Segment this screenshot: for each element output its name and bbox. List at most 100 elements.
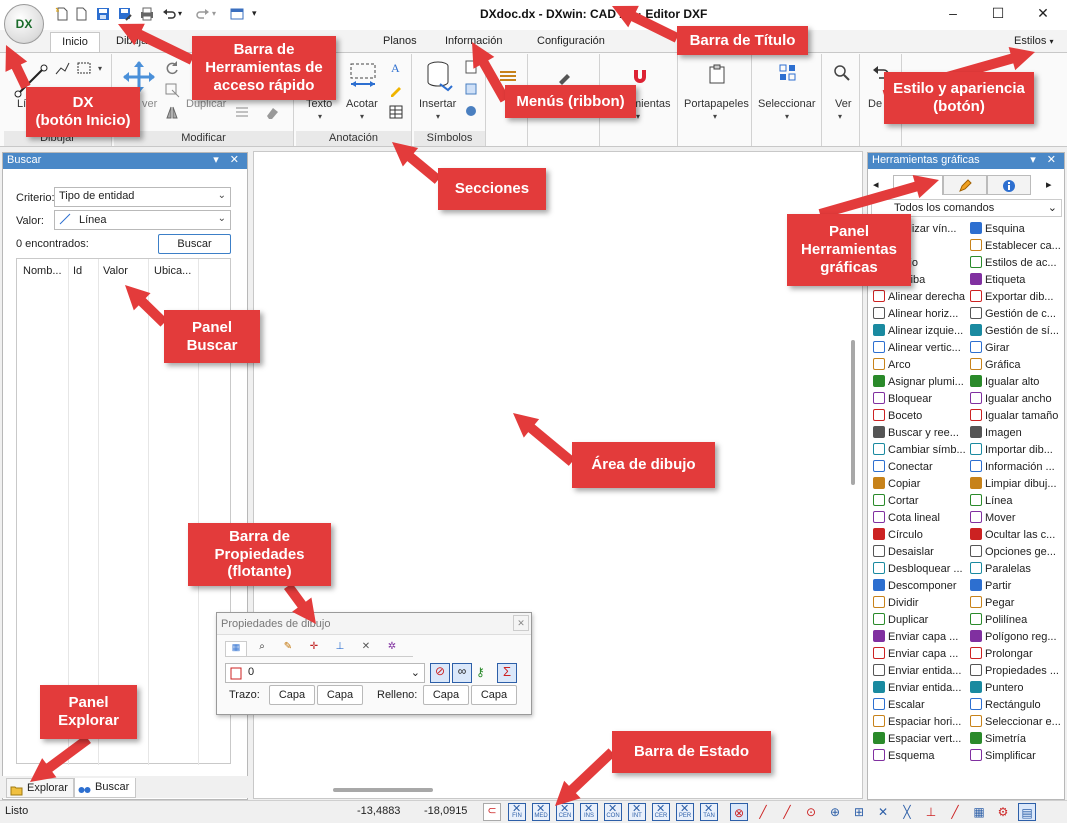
symbol-page-icon[interactable]	[464, 60, 478, 74]
zoom-icon[interactable]	[833, 64, 851, 82]
command-item[interactable]: Estilos de ac...	[970, 255, 1057, 272]
command-item[interactable]: Esquema	[873, 748, 934, 765]
sum-icon[interactable]: Σ	[497, 663, 517, 683]
close-icon[interactable]: ✕	[513, 615, 529, 631]
rectangle-icon[interactable]	[76, 60, 92, 76]
align-icon[interactable]	[234, 104, 250, 120]
move-button-label[interactable]: ver	[142, 98, 157, 110]
snap-toggle-int[interactable]: INT	[628, 797, 646, 821]
dx-start-button[interactable]: DX	[4, 4, 44, 44]
dimension-icon[interactable]	[349, 62, 377, 90]
undo-button-label[interactable]: De	[868, 98, 882, 110]
criteria-select[interactable]: Tipo de entidad ⌄	[54, 187, 231, 207]
value-select[interactable]: Línea ⌄	[54, 210, 231, 230]
command-item[interactable]: Simplificar	[970, 748, 1036, 765]
snap-toggle-cen[interactable]: CEN	[556, 797, 574, 821]
select-icon[interactable]	[779, 64, 797, 82]
select-dropdown-icon[interactable]: ▾	[785, 112, 789, 121]
symbol-manage-icon[interactable]	[464, 104, 478, 118]
fill-layer-button-1[interactable]: Capa	[423, 685, 469, 705]
tab-planos[interactable]: Planos	[375, 32, 425, 52]
horizontal-scrollbar[interactable]	[333, 788, 433, 792]
brush-icon[interactable]	[555, 66, 575, 86]
command-item[interactable]: Ocultar las c...	[970, 527, 1055, 544]
status-tool-icon[interactable]: ⊥	[922, 803, 940, 821]
snap-icon[interactable]: ✕	[355, 641, 377, 657]
status-tool-icon[interactable]: ⊗	[730, 803, 748, 821]
column-header-name[interactable]: Nomb...	[23, 265, 62, 277]
table-icon[interactable]	[388, 104, 404, 120]
status-tool-icon[interactable]: ╳	[898, 803, 916, 821]
command-item[interactable]: Copiar	[873, 476, 920, 493]
command-item[interactable]: Cota lineal	[873, 510, 940, 527]
command-item[interactable]: Opciones ge...	[970, 544, 1056, 561]
command-item[interactable]: Conectar	[873, 459, 933, 476]
command-item[interactable]: Cortar	[873, 493, 919, 510]
tools-tab-all[interactable]	[893, 175, 943, 195]
command-item[interactable]: Simetría	[970, 731, 1026, 748]
command-item[interactable]: Gráfica	[970, 357, 1020, 374]
command-item[interactable]: Establecer ca...	[970, 238, 1061, 255]
key-icon[interactable]: ⚷	[476, 665, 485, 679]
command-item[interactable]: Boceto	[873, 408, 922, 425]
window-layout-icon[interactable]	[230, 7, 244, 21]
status-tool-icon[interactable]: ⊕	[826, 803, 844, 821]
command-item[interactable]: Alinear izquie...	[873, 323, 963, 340]
undo-dropdown-icon[interactable]: ▾	[178, 9, 182, 18]
mirror-icon[interactable]	[164, 104, 180, 120]
tab-inicio[interactable]: Inicio	[50, 32, 100, 52]
rotate-icon[interactable]	[164, 60, 180, 76]
search-icon[interactable]: ⌕	[251, 641, 273, 657]
command-item[interactable]: Buscar y ree...	[873, 425, 959, 442]
command-item[interactable]: Polilínea	[970, 612, 1027, 629]
command-item[interactable]: Alinear derecha	[873, 289, 965, 306]
column-header-id[interactable]: Id	[73, 265, 82, 277]
command-item[interactable]: Girar	[970, 340, 1009, 357]
snap-toggle-per[interactable]: PER	[676, 797, 694, 821]
command-item[interactable]: Espaciar vert...	[873, 731, 961, 748]
column-header-location[interactable]: Ubica...	[154, 265, 191, 277]
polyline-icon[interactable]	[54, 60, 70, 76]
command-item[interactable]: Desaislar	[873, 544, 934, 561]
magnet-icon[interactable]	[630, 66, 650, 86]
command-item[interactable]: Bloquear	[873, 391, 932, 408]
command-item[interactable]: Limpiar dibuj...	[970, 476, 1057, 493]
snap-toggle-cer[interactable]: CER	[652, 797, 670, 821]
command-item[interactable]: Igualar ancho	[970, 391, 1052, 408]
command-item[interactable]: Etiqueta	[970, 272, 1025, 289]
command-item[interactable]: Prolongar	[970, 646, 1033, 663]
view-dropdown-icon[interactable]: ▾	[838, 112, 842, 121]
qat-customize-icon[interactable]: ▾	[252, 8, 257, 19]
layers-icon[interactable]	[498, 66, 518, 86]
command-item[interactable]: Información ...	[970, 459, 1055, 476]
snap-toggle-con[interactable]: CON	[604, 797, 622, 821]
tab-dibujar[interactable]: Dibujar	[108, 32, 159, 52]
label-pen-icon[interactable]	[388, 82, 404, 98]
layer-select[interactable]: 0 ⌄	[225, 663, 425, 683]
snap-toggle-med[interactable]: MED	[532, 797, 550, 821]
command-item[interactable]: Círculo	[873, 527, 923, 544]
command-item[interactable]: Enviar capa ...	[873, 646, 958, 663]
save-as-icon[interactable]	[118, 7, 132, 21]
close-button[interactable]: ✕	[1033, 5, 1053, 22]
tab-informacion[interactable]: Información	[437, 32, 510, 52]
command-item[interactable]: Línea	[970, 493, 1013, 510]
command-item[interactable]: Asignar plumi...	[873, 374, 964, 391]
command-item[interactable]: Enviar entida...	[873, 663, 961, 680]
command-item[interactable]: Partir	[970, 578, 1011, 595]
command-item[interactable]: Importar dib...	[970, 442, 1053, 459]
gear-icon[interactable]: ✲	[381, 641, 403, 657]
clipboard-button-label[interactable]: Portapapeles	[684, 98, 749, 110]
tools-tab-draw[interactable]	[943, 175, 987, 195]
tools-dropdown-icon[interactable]: ▾	[636, 112, 640, 121]
command-item[interactable]: Pegar	[970, 595, 1014, 612]
binoculars-icon[interactable]: ∞	[452, 663, 472, 683]
command-item[interactable]: Enviar entida...	[873, 680, 961, 697]
visibility-toggle-icon[interactable]: ⊘	[430, 663, 450, 683]
command-item[interactable]: Duplicar	[873, 612, 928, 629]
draw-more-dropdown-icon[interactable]: ▾	[98, 64, 102, 73]
command-item[interactable]: Igualar tamaño	[970, 408, 1058, 425]
command-item[interactable]: Gestión de sí...	[970, 323, 1059, 340]
clipboard-dropdown-icon[interactable]: ▾	[713, 112, 717, 121]
command-item[interactable]: Paralelas	[970, 561, 1031, 578]
